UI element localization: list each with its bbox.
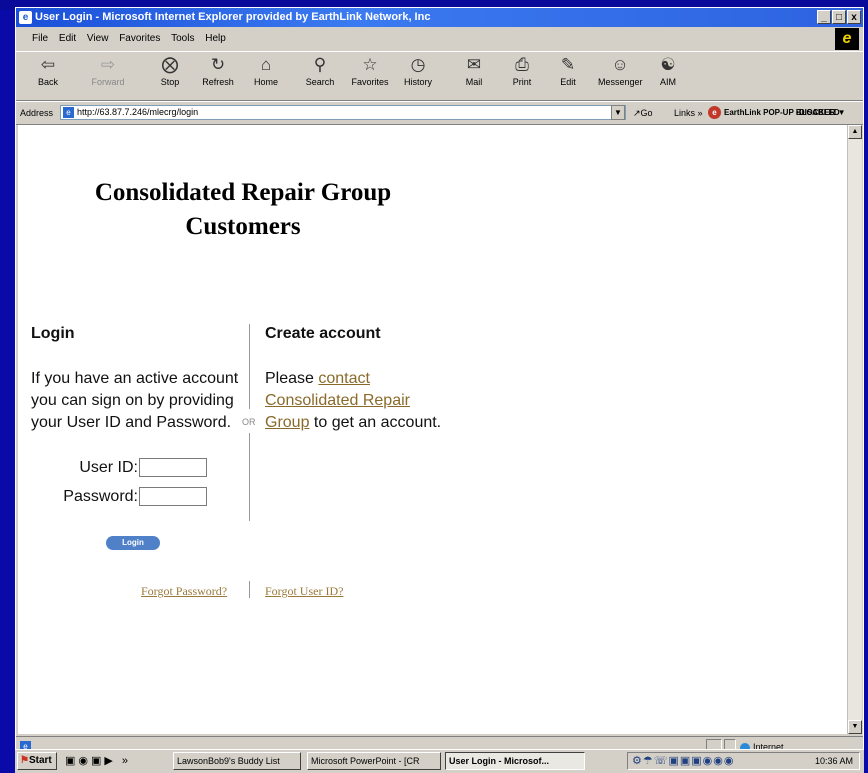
- links-button[interactable]: Links »: [674, 102, 703, 124]
- page-title-line2: Customers: [185, 213, 301, 240]
- forward-button[interactable]: ⇨ Forward: [86, 55, 130, 87]
- history-button[interactable]: ◷ History: [396, 55, 440, 87]
- minimize-button[interactable]: _: [817, 10, 831, 24]
- start-button[interactable]: ⚑Start: [17, 752, 57, 770]
- create-account-text: Please contact Consolidated Repair Group…: [265, 370, 442, 431]
- toolbar: ⇦ Back ⇨ Forward ⨂ Stop ↻ Refresh ⌂ Home…: [16, 51, 863, 101]
- address-url: http://63.87.7.246/mlecrg/login: [77, 107, 199, 117]
- throbber-logo: e: [835, 28, 859, 50]
- login-description: If you have an active account you can si…: [31, 370, 239, 431]
- userid-input[interactable]: [139, 458, 207, 477]
- address-label: Address: [20, 108, 54, 118]
- restore-button[interactable]: □: [832, 10, 846, 24]
- messenger-icon: ☺: [611, 55, 629, 74]
- browser-window: e User Login - Microsoft Internet Explor…: [15, 7, 864, 767]
- windows-flag-icon: ⚑: [20, 755, 29, 766]
- mail-button[interactable]: ✉ Mail: [452, 55, 496, 87]
- stop-icon: ⨂: [161, 55, 179, 74]
- home-button[interactable]: ⌂ Home: [244, 55, 288, 87]
- back-button[interactable]: ⇦ Back: [26, 55, 70, 87]
- forgot-userid-link[interactable]: Forgot User ID?: [265, 584, 343, 599]
- messenger-button[interactable]: ☺ Messenger: [598, 55, 643, 87]
- or-separator: OR: [242, 417, 256, 427]
- menu-edit[interactable]: Edit: [59, 29, 76, 49]
- ie-icon: e: [19, 11, 32, 24]
- page-content: Consolidated Repair Group Customers Logi…: [18, 125, 847, 734]
- taskbar: ⚑Start ▣◉▣▶ » LawsonBob9's Buddy List Mi…: [15, 749, 864, 773]
- divider-bottom: [249, 433, 250, 521]
- menu-help[interactable]: Help: [205, 29, 226, 49]
- menu-view[interactable]: View: [87, 29, 109, 49]
- print-button[interactable]: ⎙ Print: [500, 55, 544, 87]
- address-bar: Address e http://63.87.7.246/mlecrg/login…: [16, 101, 863, 125]
- favorites-button[interactable]: ☆ Favorites: [348, 55, 392, 87]
- scroll-down-button[interactable]: ▼: [848, 720, 862, 734]
- taskbar-buddy-list[interactable]: LawsonBob9's Buddy List: [173, 752, 301, 770]
- menu-file[interactable]: File: [32, 29, 48, 49]
- divider-top: [249, 324, 250, 409]
- close-button[interactable]: x: [847, 10, 861, 24]
- favorites-icon: ☆: [362, 55, 378, 74]
- forgot-divider: [249, 581, 250, 598]
- title-bar[interactable]: e User Login - Microsoft Internet Explor…: [16, 8, 863, 27]
- password-input[interactable]: [139, 487, 207, 506]
- window-controls: _ □ x: [817, 10, 861, 24]
- system-tray: ⚙☂☏▣▣▣◉◉◉ 10:36 AM: [627, 752, 860, 770]
- page-title-line1: Consolidated Repair Group: [94, 179, 392, 206]
- back-arrow-icon: ⇦: [40, 55, 56, 74]
- menu-tools[interactable]: Tools: [171, 29, 194, 49]
- earthlink-logo-icon: e: [708, 106, 721, 119]
- tray-icons[interactable]: ⚙☂☏▣▣▣◉◉◉: [632, 753, 734, 769]
- popup-blocker-status[interactable]: •DISABLED: [796, 102, 840, 124]
- vertical-scrollbar[interactable]: ▲ ▼: [847, 125, 862, 734]
- aim-button[interactable]: ☯ AIM: [646, 55, 690, 87]
- edit-icon: ✎: [560, 55, 576, 74]
- forgot-password-link[interactable]: Forgot Password?: [141, 584, 227, 599]
- page-icon: e: [63, 107, 74, 118]
- login-button[interactable]: Login: [106, 536, 160, 550]
- stop-button[interactable]: ⨂ Stop: [148, 55, 192, 87]
- search-icon: ⚲: [313, 55, 327, 74]
- taskbar-user-login[interactable]: User Login - Microsof...: [445, 752, 585, 770]
- refresh-icon: ↻: [210, 55, 226, 74]
- contact-link-2[interactable]: Consolidated Repair: [265, 392, 410, 409]
- contact-link-1[interactable]: contact: [318, 370, 370, 387]
- clock: 10:36 AM: [814, 756, 853, 766]
- menu-bar: File Edit View Favorites Tools Help: [16, 29, 863, 49]
- contact-link-3[interactable]: Group: [265, 414, 309, 431]
- window-title: User Login - Microsoft Internet Explorer…: [35, 11, 431, 23]
- menu-favorites[interactable]: Favorites: [119, 29, 160, 49]
- home-icon: ⌂: [260, 55, 272, 74]
- address-dropdown-button[interactable]: ▼: [611, 105, 625, 120]
- taskbar-powerpoint[interactable]: Microsoft PowerPoint - [CR: [307, 752, 441, 770]
- create-account-title: Create account: [265, 325, 381, 342]
- refresh-button[interactable]: ↻ Refresh: [196, 55, 240, 87]
- password-label: Password:: [63, 488, 138, 505]
- address-input[interactable]: e http://63.87.7.246/mlecrg/login: [60, 105, 626, 120]
- edit-button[interactable]: ✎ Edit: [546, 55, 590, 87]
- scroll-up-button[interactable]: ▲: [848, 125, 862, 139]
- login-title: Login: [31, 325, 75, 342]
- go-button[interactable]: ↗Go: [633, 102, 653, 124]
- print-icon: ⎙: [515, 55, 529, 74]
- forward-arrow-icon: ⇨: [100, 55, 116, 74]
- history-icon: ◷: [410, 55, 426, 74]
- mail-icon: ✉: [466, 55, 482, 74]
- quick-launch[interactable]: ▣◉▣▶ »: [65, 752, 131, 770]
- userid-label: User ID:: [79, 459, 138, 476]
- aim-running-man-icon: ☯: [660, 55, 676, 74]
- search-button[interactable]: ⚲ Search: [298, 55, 342, 87]
